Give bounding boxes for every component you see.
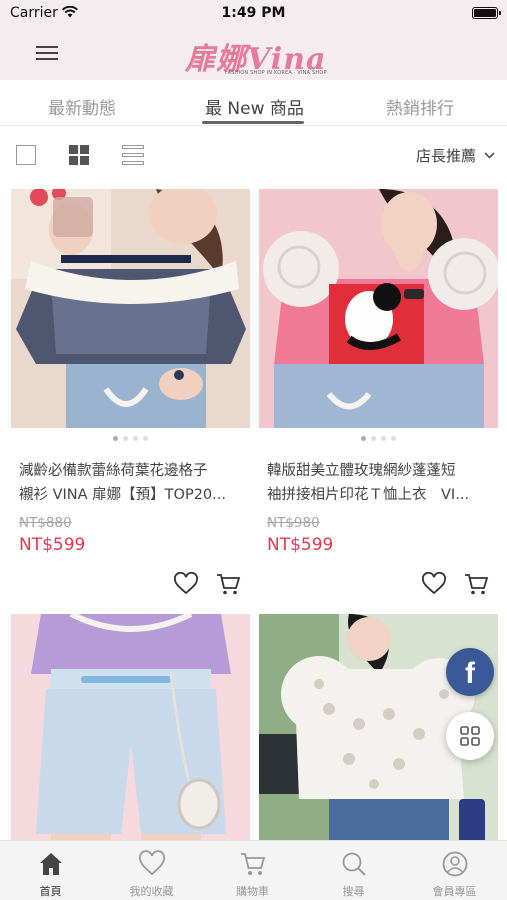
cart-icon[interactable]	[215, 572, 241, 596]
heart-icon	[139, 850, 165, 876]
heart-icon[interactable]	[421, 572, 447, 596]
search-icon	[342, 852, 366, 876]
product-title-line: 袖拼接相片印花Ｔ恤上衣 VI...	[267, 487, 470, 503]
bottom-nav: 首頁 我的收藏 購物車 搜尋 會員專區	[0, 840, 507, 900]
image-pager-dots	[11, 436, 250, 441]
nav-label: 搜尋	[342, 885, 365, 898]
product-title-line: 減齡必備款蕾絲荷葉花邊格子	[19, 463, 208, 479]
view-toolbar: 店長推薦	[0, 126, 507, 182]
battery-icon	[472, 7, 501, 19]
sale-price: NT$599	[267, 535, 334, 555]
cart-icon[interactable]	[463, 572, 489, 596]
nav-label: 購物車	[236, 885, 269, 898]
product-image[interactable]	[259, 189, 498, 428]
app-grid-button[interactable]	[446, 712, 494, 760]
sale-price: NT$599	[19, 535, 86, 555]
original-price: NT$880	[19, 515, 72, 531]
cart-icon	[241, 853, 266, 875]
single-view-icon[interactable]	[16, 145, 36, 165]
nav-label: 我的收藏	[129, 885, 174, 898]
nav-cart[interactable]: 購物車	[202, 841, 303, 900]
nav-home[interactable]: 首頁	[0, 841, 101, 900]
product-title-line: 襯衫 VINA 扉娜【預】TOP20...	[19, 487, 226, 503]
product-title[interactable]: 韓版甜美立體玫瑰網紗蓬蓬短 袖拼接相片印花Ｔ恤上衣 VI...	[267, 459, 492, 507]
grid-view-icon[interactable]	[69, 145, 89, 165]
home-icon	[40, 853, 62, 875]
chevron-down-icon	[484, 152, 495, 159]
nav-favorites[interactable]: 我的收藏	[101, 841, 202, 900]
image-pager-dots	[259, 436, 498, 441]
product-grid: 減齡必備款蕾絲荷葉花邊格子 襯衫 VINA 扉娜【預】TOP20... NT$8…	[0, 182, 507, 840]
product-image[interactable]	[11, 614, 250, 840]
app-header: 扉娜Vina FASHION SHOP IN KOREA · VINA SHOP	[0, 30, 507, 80]
facebook-icon[interactable]: f	[446, 648, 494, 696]
user-icon	[442, 851, 468, 877]
sort-dropdown[interactable]: 店長推薦	[416, 145, 495, 166]
heart-icon[interactable]	[173, 572, 199, 596]
logo-subtitle: FASHION SHOP IN KOREA · VINA SHOP	[225, 70, 327, 76]
tab-latest-news[interactable]: 最新動態	[48, 94, 116, 119]
hamburger-icon[interactable]	[34, 42, 60, 66]
nav-search[interactable]: 搜尋	[303, 841, 404, 900]
category-tabs: 最新動態 最 New 商品 熱銷排行	[0, 80, 507, 126]
active-tab-indicator	[202, 121, 304, 124]
tab-bestsellers[interactable]: 熱銷排行	[386, 94, 454, 119]
nav-label: 首頁	[39, 885, 62, 898]
list-view-icon[interactable]	[122, 145, 144, 165]
tab-new-products[interactable]: 最 New 商品	[205, 94, 304, 119]
original-price: NT$980	[267, 515, 320, 531]
apps-grid-icon	[460, 726, 480, 746]
product-image[interactable]	[11, 189, 250, 428]
status-bar: Carrier 1:49 PM	[0, 0, 507, 30]
sort-label: 店長推薦	[415, 147, 476, 165]
product-title-line: 韓版甜美立體玫瑰網紗蓬蓬短	[267, 463, 456, 479]
status-time: 1:49 PM	[221, 5, 286, 21]
brand-logo[interactable]: 扉娜Vina FASHION SHOP IN KOREA · VINA SHOP	[185, 34, 327, 78]
product-title[interactable]: 減齡必備款蕾絲荷葉花邊格子 襯衫 VINA 扉娜【預】TOP20...	[19, 459, 244, 507]
nav-member[interactable]: 會員專區	[404, 841, 505, 900]
nav-label: 會員專區	[432, 885, 477, 898]
